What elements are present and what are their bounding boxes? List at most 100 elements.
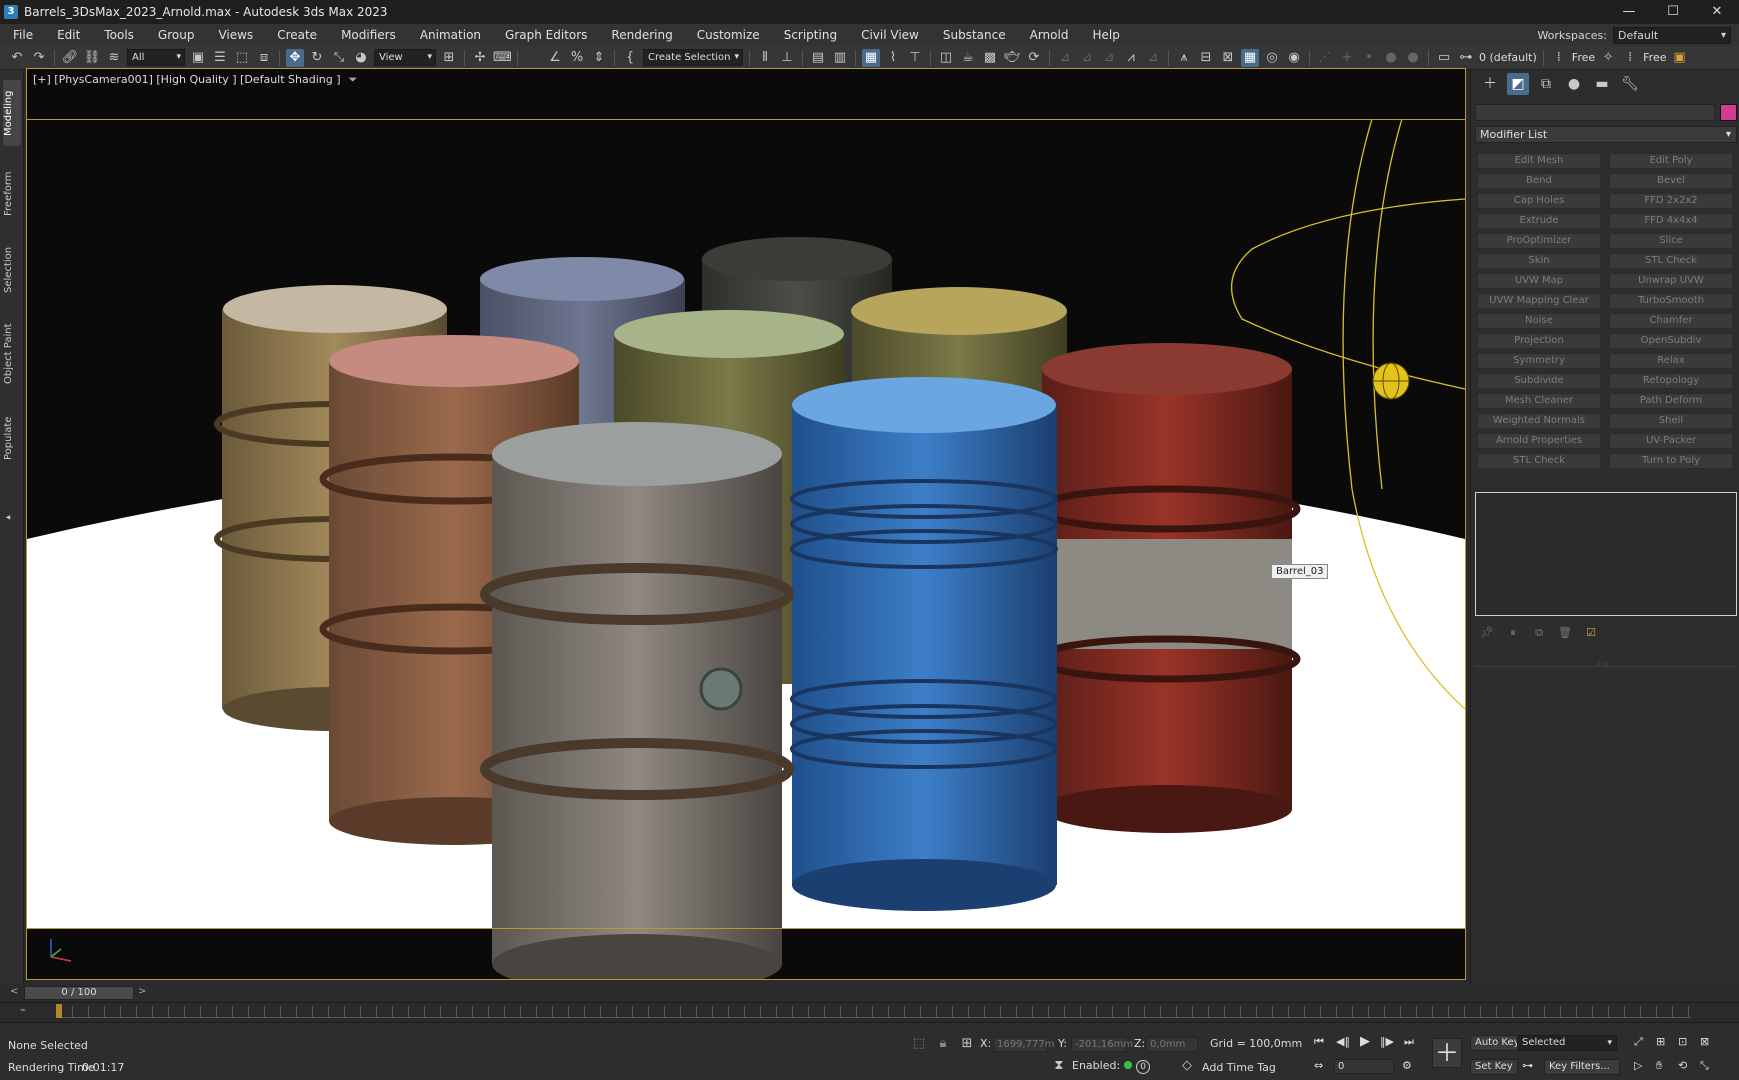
mini-curve-editor-icon[interactable]: ⌁ bbox=[20, 1005, 26, 1016]
tab-object-paint[interactable]: Object Paint bbox=[3, 318, 21, 390]
current-layer-label[interactable]: 0 (default) bbox=[1479, 51, 1537, 64]
layer-explorer-icon[interactable]: ▥ bbox=[831, 49, 849, 67]
modifier-button[interactable]: TurboSmooth bbox=[1609, 293, 1733, 309]
modifier-stack[interactable] bbox=[1475, 492, 1737, 616]
object-name-field[interactable] bbox=[1475, 104, 1715, 121]
link-icon[interactable]: 🔗︎ bbox=[61, 49, 79, 67]
y-coordinate-field[interactable]: -201,16mm bbox=[1071, 1037, 1127, 1052]
modifier-button[interactable]: STL Check bbox=[1609, 253, 1733, 269]
menu-file[interactable]: File bbox=[0, 28, 44, 42]
modifier-button[interactable]: Turn to Poly bbox=[1609, 453, 1733, 469]
selection-filter-select[interactable]: All bbox=[127, 49, 185, 66]
utilities-tab-icon[interactable]: 🔧︎ bbox=[1619, 73, 1641, 95]
menu-views[interactable]: Views bbox=[205, 28, 264, 42]
key-filters-button[interactable]: Key Filters... bbox=[1544, 1059, 1620, 1075]
menu-help[interactable]: Help bbox=[1079, 28, 1130, 42]
percent-snap-icon[interactable]: % bbox=[568, 49, 586, 67]
modifier-button[interactable]: Mesh Cleaner bbox=[1477, 393, 1601, 409]
set-key-button[interactable]: Set Key bbox=[1470, 1059, 1518, 1075]
menu-civil-view[interactable]: Civil View bbox=[848, 28, 930, 42]
viewport-label[interactable]: [+] [PhysCamera001] [High Quality ] [Def… bbox=[33, 73, 357, 87]
create-tab-icon[interactable]: ＋ bbox=[1479, 73, 1501, 95]
mirror-icon[interactable]: ⫴ bbox=[756, 49, 774, 67]
free-label-1[interactable]: Free bbox=[1572, 51, 1595, 64]
time-prev-icon[interactable]: < bbox=[10, 986, 18, 997]
window-crossing-icon[interactable]: ⧈ bbox=[255, 49, 273, 67]
reference-coordinate-select[interactable]: View bbox=[374, 49, 436, 66]
angle-snap-icon[interactable]: ∠ bbox=[546, 49, 564, 67]
snap-pivot-icon[interactable]: ◉ bbox=[1285, 49, 1303, 67]
zoom-extents-icon[interactable]: ⊡ bbox=[1678, 1035, 1687, 1048]
workspaces-select[interactable]: Default bbox=[1613, 27, 1731, 44]
menu-tools[interactable]: Tools bbox=[91, 28, 145, 42]
schematic-view-icon[interactable]: ⊤ bbox=[906, 49, 924, 67]
select-by-name-icon[interactable]: ☰ bbox=[211, 49, 229, 67]
render-production-icon[interactable]: 🫖︎ bbox=[1003, 49, 1021, 67]
tab-freeform[interactable]: Freeform bbox=[3, 166, 21, 222]
named-selection-set-select[interactable]: Create Selection Se bbox=[643, 49, 743, 66]
redo-icon[interactable]: ↷ bbox=[30, 49, 48, 67]
curve-editor-icon[interactable]: ⌇ bbox=[884, 49, 902, 67]
snaps-toggle-icon[interactable]: ⁳ bbox=[524, 49, 542, 67]
fov-icon[interactable]: ▷ bbox=[1634, 1059, 1642, 1072]
menu-animation[interactable]: Animation bbox=[407, 28, 492, 42]
x-coordinate-field[interactable]: 1699,777m bbox=[993, 1037, 1048, 1052]
layer-toggle-icon[interactable]: ⊶ bbox=[1457, 49, 1475, 67]
zoom-extents-all-icon[interactable]: ⊠ bbox=[1700, 1035, 1709, 1048]
placement-icon[interactable]: ◕ bbox=[352, 49, 370, 67]
constraint-xy-icon[interactable]: ⩘ bbox=[1122, 49, 1140, 67]
go-to-end-icon[interactable]: ⏭ bbox=[1404, 1035, 1414, 1049]
modifier-button[interactable]: Subdivide bbox=[1477, 373, 1601, 389]
snap-settings-icon[interactable]: ◎ bbox=[1263, 49, 1281, 67]
menu-arnold[interactable]: Arnold bbox=[1017, 28, 1080, 42]
rectangular-selection-icon[interactable]: ⬚ bbox=[233, 49, 251, 67]
modifier-button[interactable]: Shell bbox=[1609, 413, 1733, 429]
menu-scripting[interactable]: Scripting bbox=[771, 28, 848, 42]
add-time-tag-button[interactable]: Add Time Tag bbox=[1202, 1061, 1276, 1074]
modifier-button[interactable]: UVW Mapping Clear bbox=[1477, 293, 1601, 309]
z-coordinate-field[interactable]: 0,0mm bbox=[1146, 1037, 1198, 1052]
motion-tab-icon[interactable]: ● bbox=[1563, 73, 1585, 95]
modifier-button[interactable]: UV-Packer bbox=[1609, 433, 1733, 449]
time-configuration-icon[interactable]: ⚙ bbox=[1402, 1059, 1412, 1072]
tab-modeling[interactable]: Modeling bbox=[3, 80, 21, 146]
modifier-button[interactable]: Skin bbox=[1477, 253, 1601, 269]
layer-manager-icon[interactable]: ▭ bbox=[1435, 49, 1453, 67]
modifier-button[interactable]: FFD 4x4x4 bbox=[1609, 213, 1733, 229]
spinner-snap-icon[interactable]: ⇕ bbox=[590, 49, 608, 67]
show-end-result-icon[interactable]: ⏸ bbox=[1505, 624, 1521, 642]
modifier-button[interactable]: FFD 2x2x2 bbox=[1609, 193, 1733, 209]
add-icon[interactable]: + bbox=[1338, 49, 1356, 67]
modifier-button[interactable]: Unwrap UVW bbox=[1609, 273, 1733, 289]
rendered-frame-window-icon[interactable]: ▩ bbox=[981, 49, 999, 67]
time-slider[interactable]: 0 / 100 bbox=[24, 986, 134, 1000]
time-next-icon[interactable]: > bbox=[138, 986, 146, 997]
select-object-icon[interactable]: ▣ bbox=[189, 49, 207, 67]
key-filter-icon[interactable]: ⊶ bbox=[1522, 1059, 1533, 1072]
key-mode-select[interactable]: Selected bbox=[1517, 1035, 1617, 1051]
modifier-button[interactable]: OpenSubdiv bbox=[1609, 333, 1733, 349]
menu-modifiers[interactable]: Modifiers bbox=[328, 28, 407, 42]
modifier-button[interactable]: Arnold Properties bbox=[1477, 433, 1601, 449]
scene-explorer-icon[interactable]: ▤ bbox=[809, 49, 827, 67]
undo-icon[interactable]: ↶ bbox=[8, 49, 26, 67]
maximize-viewport-icon[interactable]: ⤡ bbox=[1700, 1059, 1709, 1073]
modifier-button[interactable]: Noise bbox=[1477, 313, 1601, 329]
modifier-button[interactable]: Edit Poly bbox=[1609, 153, 1733, 169]
modifier-button[interactable]: Symmetry bbox=[1477, 353, 1601, 369]
hierarchy-tab-icon[interactable]: ⧉ bbox=[1535, 73, 1557, 95]
modifier-button[interactable]: STL Check bbox=[1477, 453, 1601, 469]
object-color-swatch[interactable] bbox=[1720, 104, 1737, 121]
brush-icon[interactable]: ⋰ bbox=[1316, 49, 1334, 67]
grid-icon-2[interactable]: ⁞ bbox=[1621, 49, 1639, 67]
modifier-button[interactable]: Relax bbox=[1609, 353, 1733, 369]
panel-grip-icon[interactable]: ⁘⁘ bbox=[1596, 660, 1609, 669]
expand-arrow-icon[interactable]: ▸ bbox=[3, 510, 21, 524]
scale-icon[interactable]: ⤡ bbox=[330, 49, 348, 67]
render-icon[interactable]: ▣ bbox=[1670, 49, 1688, 67]
modifier-button[interactable]: Projection bbox=[1477, 333, 1601, 349]
next-frame-icon[interactable]: ‖▶ bbox=[1380, 1035, 1394, 1048]
sphere-icon[interactable]: ● bbox=[1404, 49, 1422, 67]
modifier-button[interactable]: Chamfer bbox=[1609, 313, 1733, 329]
constraint-x-icon[interactable]: ⊿ bbox=[1056, 49, 1074, 67]
